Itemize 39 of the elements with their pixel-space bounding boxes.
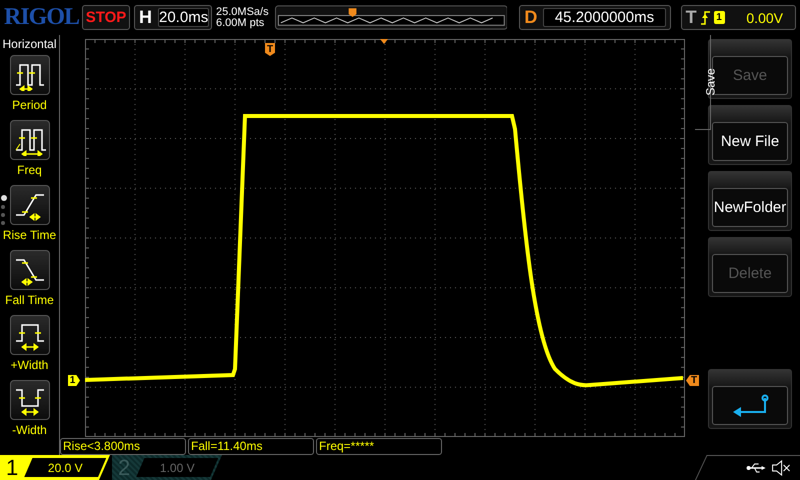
timebase-label: H <box>139 7 152 28</box>
return-arrow-icon <box>731 394 769 418</box>
measurement-readout: Fall=11.40ms <box>188 438 314 455</box>
mute-icon <box>772 460 792 476</box>
measure-button[interactable] <box>10 185 50 225</box>
memory-depth: 6.00M pts <box>216 18 266 28</box>
trigger-level-marker: T <box>686 375 699 386</box>
trigger-label: T <box>686 7 697 28</box>
measure-button[interactable] <box>10 315 50 355</box>
measure-button[interactable] <box>10 380 50 420</box>
back-button[interactable] <box>708 369 792 429</box>
measure-label: +Width <box>10 358 48 372</box>
channel-tab[interactable]: 1 20.0 V <box>0 455 110 480</box>
softkey-button[interactable]: New File <box>708 105 792 165</box>
brand-logo: RIGOL <box>4 4 78 31</box>
measure-button[interactable] <box>10 120 50 160</box>
measure-button[interactable] <box>10 250 50 290</box>
measure-label: Rise Time <box>2 228 56 242</box>
menu-title: Horizontal <box>2 37 57 51</box>
timebase-value: 20.0ms <box>158 8 210 27</box>
trigger-position-marker: T <box>265 43 275 56</box>
measure-button[interactable] <box>10 55 50 95</box>
rising-edge-icon <box>700 10 710 24</box>
measure-label: Period <box>12 98 47 112</box>
usb-icon <box>746 462 766 474</box>
measure-label: -Width <box>12 423 47 437</box>
sample-rate: 25.0MSa/s <box>216 6 270 18</box>
softkey-button[interactable]: NewFolder <box>708 171 792 231</box>
trigger-level: 0.00V <box>746 10 783 26</box>
measure-label: Fall Time <box>5 293 54 307</box>
trigger-source: 1 <box>714 11 725 24</box>
measure-label: Freq <box>17 163 42 177</box>
delay-label: D <box>524 7 538 28</box>
channel-marker: 1 <box>68 375 80 386</box>
measurement-readout: Rise<3.800ms <box>60 438 186 455</box>
center-marker-icon <box>380 39 388 44</box>
delay-value: 45.2000000ms <box>543 8 666 27</box>
run-state[interactable]: STOP <box>82 5 130 30</box>
measurement-readout: Freq=***** <box>316 438 442 455</box>
